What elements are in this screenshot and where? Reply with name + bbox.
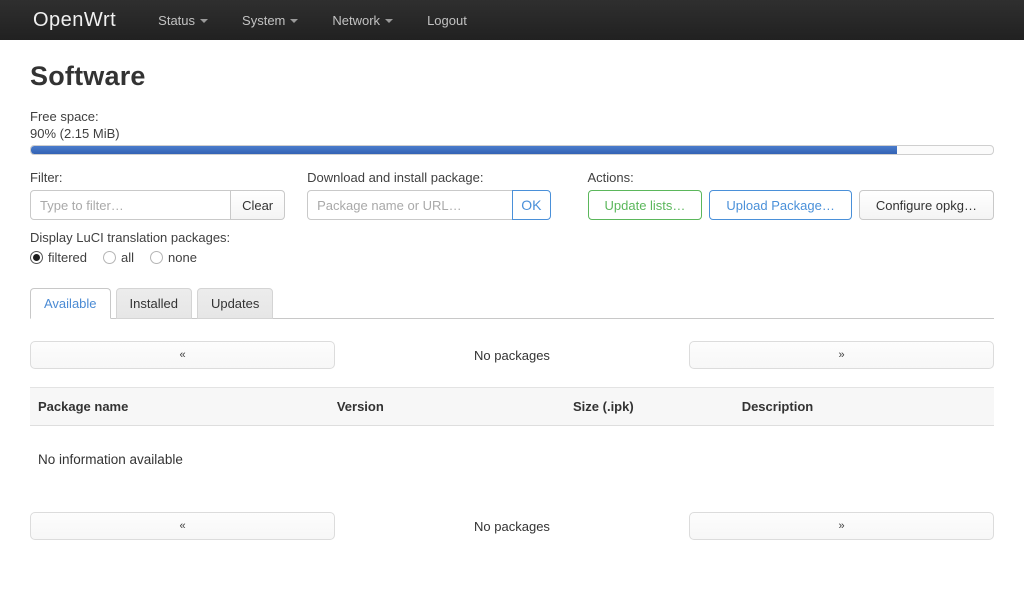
free-space-progressbar (30, 145, 994, 155)
free-space-section: Free space: 90% (2.15 MiB) (30, 108, 994, 155)
caret-down-icon (385, 19, 393, 23)
filter-section: Filter: Clear Display LuCI translation p… (30, 170, 285, 265)
pagination-status: No packages (335, 348, 689, 363)
nav-item-label: Status (158, 13, 195, 28)
download-label: Download and install package: (307, 170, 550, 185)
nav-item-label: Logout (427, 13, 467, 28)
top-navbar: OpenWrt Status System Network Logout (0, 0, 1024, 40)
tab-updates[interactable]: Updates (197, 288, 273, 319)
radio-button-icon (103, 251, 116, 264)
tab-available[interactable]: Available (30, 288, 111, 319)
column-header-description: Description (734, 388, 994, 426)
update-lists-button[interactable]: Update lists… (588, 190, 703, 220)
actions-section: Actions: Update lists… Upload Package… C… (588, 170, 995, 220)
package-table: Package name Version Size (.ipk) Descrip… (30, 387, 994, 426)
ok-button[interactable]: OK (512, 190, 550, 220)
controls-row: Filter: Clear Display LuCI translation p… (30, 170, 994, 265)
page-title: Software (30, 61, 994, 92)
nav-item-system[interactable]: System (242, 13, 298, 28)
column-header-package-name: Package name (30, 388, 329, 426)
prev-page-button[interactable]: « (30, 341, 335, 369)
caret-down-icon (290, 19, 298, 23)
radio-label: filtered (48, 250, 87, 265)
filter-input[interactable] (30, 190, 231, 220)
pagination-bottom: « No packages » (30, 512, 994, 540)
column-header-version: Version (329, 388, 565, 426)
nav-item-network[interactable]: Network (332, 13, 393, 28)
translation-section: Display LuCI translation packages: filte… (30, 230, 285, 265)
caret-down-icon (200, 19, 208, 23)
column-header-size: Size (.ipk) (565, 388, 734, 426)
tab-installed[interactable]: Installed (116, 288, 192, 319)
package-url-input[interactable] (307, 190, 513, 220)
nav-item-status[interactable]: Status (158, 13, 208, 28)
nav-item-logout[interactable]: Logout (427, 13, 467, 28)
radio-label: all (121, 250, 134, 265)
free-space-progress-fill (31, 146, 897, 154)
radio-all[interactable]: all (103, 250, 134, 265)
radio-label: none (168, 250, 197, 265)
nav-item-label: System (242, 13, 285, 28)
next-page-button[interactable]: » (689, 341, 994, 369)
radio-none[interactable]: none (150, 250, 197, 265)
radio-button-icon (30, 251, 43, 264)
brand-logo[interactable]: OpenWrt (33, 9, 116, 32)
download-section: Download and install package: OK (307, 170, 550, 220)
free-space-value: 90% (2.15 MiB) (30, 125, 994, 142)
filter-label: Filter: (30, 170, 285, 185)
upload-package-button[interactable]: Upload Package… (709, 190, 851, 220)
pagination-status: No packages (335, 519, 689, 534)
prev-page-button[interactable]: « (30, 512, 335, 540)
next-page-button[interactable]: » (689, 512, 994, 540)
table-header-row: Package name Version Size (.ipk) Descrip… (30, 388, 994, 426)
filter-clear-button[interactable]: Clear (230, 190, 285, 220)
tab-bar: Available Installed Updates (30, 288, 994, 319)
empty-table-message: No information available (30, 452, 994, 467)
nav-item-label: Network (332, 13, 380, 28)
actions-label: Actions: (588, 170, 995, 185)
radio-filtered[interactable]: filtered (30, 250, 87, 265)
configure-opkg-button[interactable]: Configure opkg… (859, 190, 994, 220)
free-space-label: Free space: (30, 108, 994, 125)
radio-button-icon (150, 251, 163, 264)
pagination-top: « No packages » (30, 341, 994, 369)
translation-label: Display LuCI translation packages: (30, 230, 285, 245)
